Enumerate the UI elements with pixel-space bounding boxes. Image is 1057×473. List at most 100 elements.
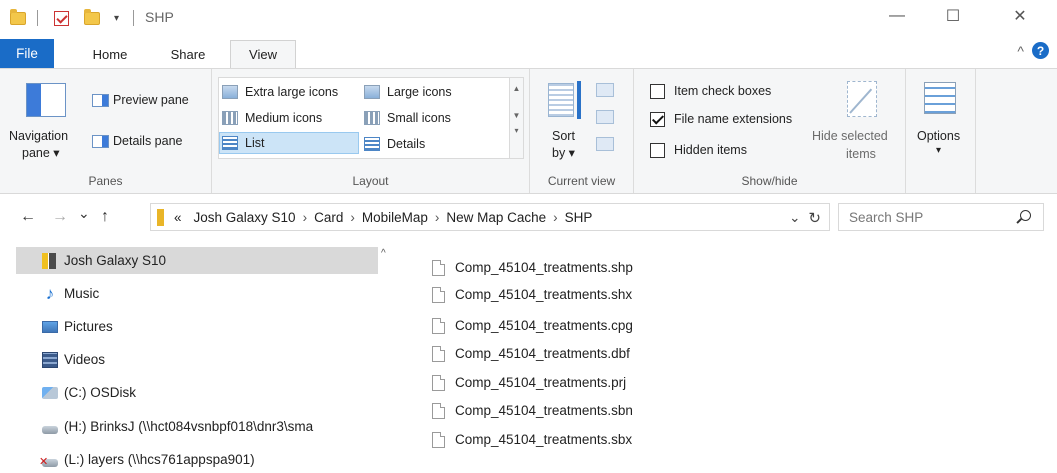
layout-large-icons[interactable]: Large icons [364, 81, 452, 103]
maximize-button[interactable]: ☐ [930, 0, 976, 32]
navigation-pane-icon[interactable] [26, 83, 66, 117]
options-button[interactable]: Options [917, 129, 960, 143]
breadcrumb-mobilemap[interactable]: MobileMap [362, 210, 428, 225]
group-by-icon[interactable] [596, 83, 614, 97]
layout-list[interactable]: List [219, 132, 359, 154]
list-item[interactable]: Comp_45104_treatments.sbx [432, 428, 632, 451]
sort-by-dropdown[interactable]: by ▾ [552, 145, 575, 160]
layout-details[interactable]: Details [364, 133, 425, 155]
address-dropdown-icon[interactable]: ⌄ [789, 210, 800, 226]
list-item[interactable]: Comp_45104_treatments.sbn [432, 399, 633, 422]
nav-item-l-drive[interactable]: (L:) layers (\\hcs761appspa901) [16, 446, 378, 473]
file-name-extensions-label[interactable]: File name extensions [674, 112, 792, 126]
tab-file[interactable]: File [0, 39, 54, 68]
list-icon [222, 136, 238, 150]
file-icon [432, 374, 445, 391]
breadcrumb-card[interactable]: Card [314, 210, 343, 225]
breadcrumb-shp[interactable]: SHP [565, 210, 593, 225]
refresh-icon[interactable]: ↻ [808, 209, 821, 227]
nav-item-label: (L:) layers (\\hcs761appspa901) [64, 452, 255, 467]
breadcrumb-josh-galaxy-s10[interactable]: Josh Galaxy S10 [194, 210, 296, 225]
list-item[interactable]: Comp_45104_treatments.shp [432, 256, 633, 279]
close-button[interactable]: ✕ [997, 0, 1043, 32]
recent-locations-button[interactable]: ⌄ [78, 205, 90, 222]
hide-selected-items-icon [847, 81, 877, 117]
group-options: Options ▾ [906, 69, 976, 193]
list-item[interactable]: Comp_45104_treatments.shx [432, 283, 632, 306]
file-name: Comp_45104_treatments.shx [455, 287, 633, 302]
sort-by-icon[interactable] [548, 83, 574, 117]
small-icons-icon [364, 111, 380, 125]
hide-selected-items-button[interactable]: Hide selected [812, 129, 888, 143]
new-folder-icon[interactable] [84, 7, 100, 29]
search-icon[interactable] [1020, 210, 1031, 221]
nav-item-videos[interactable]: Videos [16, 346, 378, 373]
address-row: ← → ⌄ ↑ « Josh Galaxy S10 › Card › Mobil… [0, 194, 1057, 242]
file-icon [432, 317, 445, 334]
address-bar[interactable]: « Josh Galaxy S10 › Card › MobileMap › N… [150, 203, 830, 231]
scroll-up-icon[interactable]: ^ [381, 248, 386, 259]
nav-item-josh-galaxy-s10[interactable]: Josh Galaxy S10 [16, 247, 378, 274]
properties-icon[interactable] [54, 7, 69, 29]
nav-item-music[interactable]: ♪ Music [16, 280, 378, 307]
phone-icon [42, 252, 58, 269]
layout-small-icons[interactable]: Small icons [364, 107, 451, 129]
sort-by-button[interactable]: Sort [552, 129, 575, 143]
search-input[interactable]: Search SHP [838, 203, 1044, 231]
options-icon[interactable] [924, 82, 956, 114]
forward-button[interactable]: → [52, 208, 68, 226]
layout-medium-icons[interactable]: Medium icons [222, 107, 322, 129]
preview-pane-button[interactable]: Preview pane [113, 93, 189, 107]
tab-home[interactable]: Home [80, 40, 140, 68]
chevron-right-icon: › [553, 209, 558, 225]
customize-toolbar-icon[interactable]: ▾ [114, 7, 119, 29]
group-layout: Extra large icons Large icons Medium ico… [212, 69, 530, 193]
group-label-layout: Layout [352, 174, 389, 188]
chevron-right-icon: › [302, 209, 308, 225]
back-button[interactable]: ← [20, 208, 36, 226]
nav-item-label: (C:) OSDisk [64, 385, 136, 400]
layout-gallery-scroll[interactable]: ▲ ▼ ▾ [510, 77, 524, 159]
hide-selected-items-button-line2[interactable]: items [846, 147, 876, 161]
videos-icon [42, 351, 58, 368]
preview-pane-icon [92, 94, 109, 107]
list-item[interactable]: Comp_45104_treatments.cpg [432, 314, 633, 337]
item-check-boxes-label[interactable]: Item check boxes [674, 84, 771, 98]
up-button[interactable]: ↑ [101, 208, 109, 226]
window-title: SHP [145, 9, 174, 25]
file-icon [432, 259, 445, 276]
navigation-pane-dropdown[interactable]: pane ▾ [22, 145, 60, 160]
breadcrumb-new-map-cache[interactable]: New Map Cache [446, 210, 546, 225]
layout-label: Details [387, 137, 426, 151]
list-item[interactable]: Comp_45104_treatments.prj [432, 371, 626, 394]
hidden-items-checkbox[interactable] [650, 143, 665, 158]
help-icon[interactable]: ? [1032, 42, 1049, 59]
navigation-pane-button[interactable]: Navigation [9, 129, 68, 143]
minimize-button[interactable]: — [874, 0, 920, 32]
tab-share[interactable]: Share [162, 40, 214, 68]
list-item[interactable]: Comp_45104_treatments.dbf [432, 342, 630, 365]
tab-view[interactable]: View [230, 40, 296, 68]
details-pane-button[interactable]: Details pane [113, 134, 183, 148]
network-drive-icon [42, 425, 58, 434]
nav-item-c-drive[interactable]: (C:) OSDisk [16, 379, 378, 406]
file-name-extensions-checkbox[interactable] [650, 112, 665, 127]
add-columns-icon[interactable] [596, 110, 614, 124]
file-name: Comp_45104_treatments.shp [455, 260, 633, 275]
nav-item-h-drive[interactable]: (H:) BrinksJ (\\hct084vsnbpf018\dnr3\sma [16, 413, 378, 440]
group-label-current-view: Current view [547, 174, 616, 188]
options-dropdown-arrow[interactable]: ▾ [936, 145, 941, 156]
nav-item-pictures[interactable]: Pictures [16, 313, 378, 340]
file-name: Comp_45104_treatments.prj [455, 375, 627, 390]
file-icon [432, 402, 445, 419]
nav-item-label: Music [64, 286, 100, 301]
hidden-items-label[interactable]: Hidden items [674, 143, 747, 157]
layout-extra-large-icons[interactable]: Extra large icons [222, 81, 338, 103]
nav-item-label: Josh Galaxy S10 [64, 253, 167, 268]
network-drive-disconnected-icon [39, 455, 58, 468]
details-icon [364, 137, 380, 151]
collapse-ribbon-icon[interactable]: ^ [1017, 43, 1024, 59]
size-columns-icon[interactable] [596, 137, 614, 151]
item-check-boxes-checkbox[interactable] [650, 84, 665, 99]
breadcrumb-overflow[interactable]: « [174, 210, 182, 225]
